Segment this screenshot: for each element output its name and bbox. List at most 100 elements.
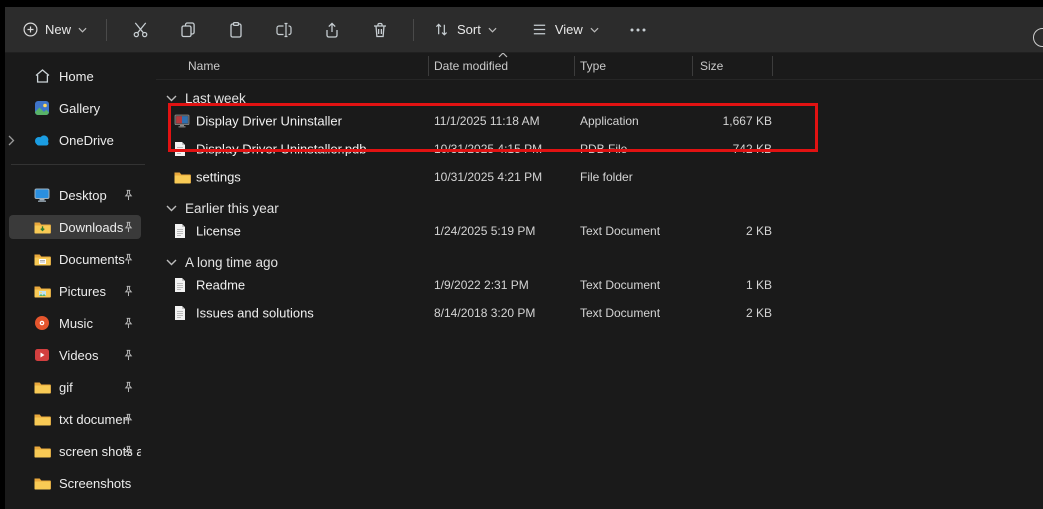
sidebar-item-music[interactable]: Music <box>9 311 141 335</box>
column-divider[interactable] <box>692 56 693 76</box>
sidebar-item-label: Music <box>59 315 93 331</box>
delete-icon <box>371 21 389 39</box>
plus-icon <box>23 22 38 37</box>
paste-icon <box>227 21 245 39</box>
window-top-edge <box>0 0 1043 7</box>
paste-button[interactable] <box>216 14 256 46</box>
sidebar-item-gallery[interactable]: Gallery <box>9 96 141 120</box>
file-size: 1,667 KB <box>722 114 772 128</box>
sidebar-item-label: Screenshots <box>59 475 132 491</box>
sort-icon <box>433 21 450 38</box>
pin-icon <box>123 253 134 265</box>
sidebar-item-label: Home <box>59 68 94 84</box>
copy-button[interactable] <box>168 14 208 46</box>
chevron-right-icon[interactable] <box>8 135 15 146</box>
group-label: A long time ago <box>185 254 279 270</box>
file-explorer-window: New Sort View Home Gallery OneDrive Desk… <box>0 0 1043 509</box>
sidebar-item-label: Pictures <box>59 283 106 299</box>
folder-icon <box>33 476 51 490</box>
sidebar-item-label: gif <box>59 379 73 395</box>
group-label: Earlier this year <box>185 200 279 216</box>
file-date-modified: 10/31/2025 4:15 PM <box>434 142 543 156</box>
column-divider[interactable] <box>428 56 429 76</box>
folder-icon <box>33 380 51 394</box>
column-divider[interactable] <box>574 56 575 76</box>
sidebar-item-txt-documents[interactable]: txt documen <box>9 407 141 431</box>
sidebar-item-gif[interactable]: gif <box>9 375 141 399</box>
file-row-settings[interactable]: settings 10/31/2025 4:21 PM File folder <box>156 163 1043 191</box>
file-row-readme[interactable]: Readme 1/9/2022 2:31 PM Text Document 1 … <box>156 271 1043 299</box>
cut-icon <box>131 20 150 39</box>
sidebar-item-documents[interactable]: Documents <box>9 247 141 271</box>
sidebar-item-home[interactable]: Home <box>9 64 141 88</box>
sidebar-item-desktop[interactable]: Desktop <box>9 183 141 207</box>
sidebar-item-pictures[interactable]: Pictures <box>9 279 141 303</box>
column-header-type[interactable]: Type <box>580 59 606 73</box>
pin-icon <box>123 349 134 361</box>
chevron-down-icon <box>166 95 177 102</box>
view-button[interactable]: View <box>521 15 609 44</box>
sidebar-item-downloads[interactable]: Downloads <box>9 215 141 239</box>
documents-icon <box>33 252 51 266</box>
home-icon <box>33 68 51 84</box>
pin-icon <box>123 189 134 201</box>
column-header-name[interactable]: Name <box>188 59 220 73</box>
file-row-license[interactable]: License 1/24/2025 5:19 PM Text Document … <box>156 217 1043 245</box>
column-header-size[interactable]: Size <box>700 59 723 73</box>
file-row-display-driver-uninstaller-pdb[interactable]: Display Driver Uninstaller.pdb 10/31/202… <box>156 135 1043 163</box>
rename-icon <box>275 21 293 39</box>
sidebar-item-screen-shots[interactable]: screen shots and <box>9 439 141 463</box>
file-row-issues-and-solutions[interactable]: Issues and solutions 8/14/2018 3:20 PM T… <box>156 299 1043 327</box>
navigation-pane: Home Gallery OneDrive Desktop Downloads … <box>5 53 155 509</box>
group-label: Last week <box>185 90 246 106</box>
pin-icon <box>123 285 134 297</box>
file-size: 2 KB <box>745 224 772 238</box>
chevron-down-icon <box>166 205 177 212</box>
sidebar-item-label: Gallery <box>59 100 101 116</box>
more-icon <box>630 28 646 32</box>
column-divider[interactable] <box>772 56 773 76</box>
file-type: File folder <box>580 170 633 184</box>
cut-button[interactable] <box>120 14 160 46</box>
file-row-display-driver-uninstaller[interactable]: Display Driver Uninstaller 11/1/2025 11:… <box>156 107 1043 135</box>
document-icon <box>174 224 186 239</box>
sidebar-item-onedrive[interactable]: OneDrive <box>8 128 141 152</box>
file-date-modified: 1/9/2022 2:31 PM <box>434 278 529 292</box>
more-options-button[interactable] <box>621 14 655 46</box>
file-list-pane: Name Date modified Type Size Last week D… <box>156 52 1043 509</box>
column-header-date-modified[interactable]: Date modified <box>434 59 508 73</box>
view-icon <box>531 21 548 38</box>
pin-icon <box>123 317 134 329</box>
document-icon <box>174 306 186 321</box>
downloads-icon <box>33 220 51 234</box>
sort-button[interactable]: Sort <box>423 15 507 44</box>
copy-icon <box>179 21 197 39</box>
file-type: Text Document <box>580 306 661 320</box>
file-size: 742 KB <box>732 142 772 156</box>
chevron-down-icon <box>78 27 87 33</box>
pin-icon <box>123 381 134 393</box>
group-header-a-long-time-ago[interactable]: A long time ago <box>156 253 1043 271</box>
file-name: License <box>196 223 241 239</box>
pin-icon <box>123 413 134 425</box>
file-date-modified: 10/31/2025 4:21 PM <box>434 170 543 184</box>
group-header-last-week[interactable]: Last week <box>156 89 1043 107</box>
chevron-down-icon <box>590 27 599 33</box>
share-button[interactable] <box>312 14 352 46</box>
new-button[interactable]: New <box>13 16 97 43</box>
sidebar-item-videos[interactable]: Videos <box>9 343 141 367</box>
file-type: Text Document <box>580 278 661 292</box>
rename-button[interactable] <box>264 14 304 46</box>
sidebar-divider <box>11 164 145 165</box>
file-size: 2 KB <box>745 306 772 320</box>
sidebar-item-label: OneDrive <box>59 132 114 148</box>
view-button-label: View <box>554 22 583 37</box>
pin-icon <box>123 221 134 233</box>
sidebar-item-screenshots[interactable]: Screenshots <box>9 471 141 495</box>
group-header-earlier-this-year[interactable]: Earlier this year <box>156 199 1043 217</box>
file-type: PDB File <box>580 142 628 156</box>
file-type: Text Document <box>580 224 661 238</box>
file-name: settings <box>196 169 241 185</box>
column-headers: Name Date modified Type Size <box>156 52 1043 80</box>
delete-button[interactable] <box>360 14 400 46</box>
